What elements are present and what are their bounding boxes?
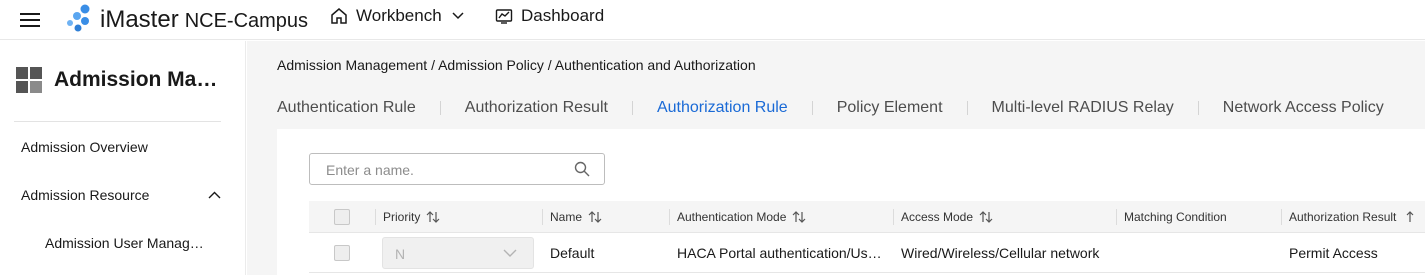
- dashboard-icon: [495, 9, 513, 24]
- tab-network-access-policy[interactable]: Network Access Policy: [1223, 99, 1384, 117]
- chevron-down-icon: [452, 12, 464, 20]
- top-bar: iMaster NCE-Campus Workbench Dashboard: [0, 0, 1425, 40]
- sort-icon[interactable]: [426, 211, 440, 223]
- tab-authorization-rule[interactable]: Authorization Rule: [657, 99, 788, 117]
- column-header-label: Matching Condition: [1124, 210, 1227, 224]
- menu-icon[interactable]: [20, 10, 42, 30]
- cell-authorization-result: Permit Access: [1289, 245, 1378, 261]
- sidebar-item-label: Admission Resource: [21, 187, 150, 203]
- column-header-name[interactable]: Name: [550, 210, 602, 224]
- column-separator: [375, 209, 376, 225]
- cell-authentication-mode: HACA Portal authentication/User…: [677, 245, 883, 261]
- search-icon[interactable]: [574, 161, 590, 177]
- column-header-label: Authentication Mode: [677, 210, 787, 224]
- breadcrumb: Admission Management / Admission Policy …: [277, 57, 756, 73]
- column-header-matching-condition: Matching Condition: [1124, 210, 1227, 224]
- tab-separator: [1197, 101, 1199, 115]
- sort-icon[interactable]: [588, 211, 602, 223]
- tab-separator: [811, 101, 813, 115]
- chevron-down-icon: [503, 249, 517, 257]
- chevron-up-icon[interactable]: [208, 191, 221, 199]
- nav-workbench-label: Workbench: [356, 6, 442, 25]
- column-separator: [1116, 209, 1117, 225]
- sort-icon[interactable]: [979, 211, 993, 223]
- tab-bar: Authentication Rule Authorization Result…: [277, 99, 1384, 117]
- priority-select[interactable]: N: [382, 237, 534, 269]
- tab-multi-level-radius-relay[interactable]: Multi-level RADIUS Relay: [992, 99, 1174, 117]
- cell-name[interactable]: Default: [550, 245, 594, 261]
- column-header-authentication-mode[interactable]: Authentication Mode: [677, 210, 806, 224]
- column-header-label: Priority: [383, 210, 421, 224]
- column-separator: [669, 209, 670, 225]
- nav-dashboard-label: Dashboard: [521, 6, 605, 25]
- priority-value: N: [395, 246, 406, 262]
- search-input[interactable]: [326, 160, 566, 180]
- divider: [14, 121, 221, 122]
- brand-name: iMaster NCE-Campus: [100, 6, 309, 33]
- nav-dashboard[interactable]: Dashboard: [495, 6, 604, 26]
- column-header-priority[interactable]: Priority: [383, 210, 440, 224]
- logo-icon: [67, 4, 90, 32]
- column-header-label: Name: [550, 210, 583, 224]
- sidebar-item-admission-overview[interactable]: Admission Overview: [21, 139, 148, 155]
- tab-separator: [631, 101, 633, 115]
- nav-workbench[interactable]: Workbench: [330, 6, 464, 26]
- cell-access-mode: Wired/Wireless/Cellular network: [901, 245, 1100, 261]
- column-header-label: Authorization Result: [1289, 210, 1397, 224]
- tab-authentication-rule[interactable]: Authentication Rule: [277, 99, 416, 117]
- column-separator: [893, 209, 894, 225]
- tab-authorization-result[interactable]: Authorization Result: [465, 99, 608, 117]
- table-header: Priority Name Authentication Mode Access…: [309, 201, 1425, 233]
- column-header-access-mode[interactable]: Access Mode: [901, 210, 993, 224]
- select-all-checkbox[interactable]: [334, 209, 350, 225]
- sidebar-item-admission-resource[interactable]: Admission Resource: [21, 187, 221, 203]
- sidebar: Admission Management Admission Overview …: [0, 41, 246, 275]
- home-icon: [331, 8, 347, 24]
- column-header-label: Access Mode: [901, 210, 974, 224]
- content-panel: Priority Name Authentication Mode Access…: [277, 129, 1425, 275]
- row-checkbox[interactable]: [334, 245, 350, 261]
- tab-separator: [966, 101, 968, 115]
- sort-ascending-icon[interactable]: [1406, 211, 1414, 223]
- grid-icon: [16, 67, 42, 93]
- sidebar-item-admission-user-management[interactable]: Admission User Management: [45, 235, 210, 251]
- sidebar-title: Admission Management: [54, 68, 226, 91]
- column-separator: [1281, 209, 1282, 225]
- main-content: Admission Management / Admission Policy …: [247, 41, 1425, 275]
- column-header-authorization-result[interactable]: Authorization Result: [1289, 210, 1414, 224]
- table-row[interactable]: N Default HACA Portal authentication/Use…: [309, 233, 1425, 273]
- sidebar-header: Admission Management: [16, 67, 226, 93]
- tab-policy-element[interactable]: Policy Element: [837, 99, 943, 117]
- search-box[interactable]: [309, 153, 605, 185]
- sort-icon[interactable]: [792, 211, 806, 223]
- tab-separator: [439, 101, 441, 115]
- column-separator: [542, 209, 543, 225]
- brand-product: NCE-Campus: [184, 10, 309, 32]
